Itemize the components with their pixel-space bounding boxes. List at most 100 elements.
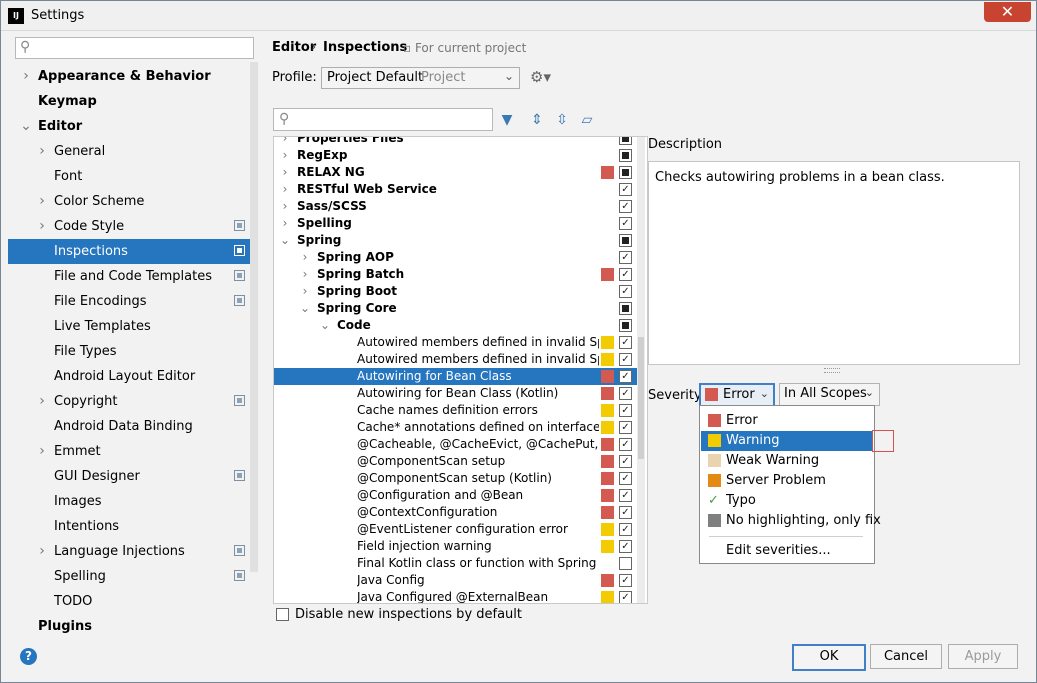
filter-icon[interactable]: ▼ bbox=[499, 112, 515, 128]
expand-all-icon[interactable]: ⇕ bbox=[529, 112, 545, 128]
inspections-search-input[interactable]: ⚲ bbox=[273, 108, 493, 131]
inspection-row[interactable]: @ContextConfiguration ✓ bbox=[274, 504, 637, 521]
severity-option[interactable]: Weak Warning bbox=[701, 451, 873, 471]
sidebar-item[interactable]: TODO bbox=[8, 589, 253, 614]
profile-select[interactable]: Project Default Project ⌄ bbox=[321, 67, 520, 89]
inspections-scrollbar[interactable] bbox=[637, 137, 645, 603]
sidebar-item[interactable]: File and Code Templates bbox=[8, 264, 253, 289]
inspection-checkbox[interactable]: ✓ bbox=[619, 506, 632, 519]
inspection-row[interactable]: ⌄ Spring bbox=[274, 232, 637, 249]
sidebar-item[interactable]: Inspections bbox=[8, 239, 253, 264]
sidebar-item[interactable]: GUI Designer bbox=[8, 464, 253, 489]
inspection-row[interactable]: Final Kotlin class or function with Spri… bbox=[274, 555, 637, 572]
chevron-right-icon[interactable]: › bbox=[36, 214, 48, 239]
chevron-down-icon[interactable]: ⌄ bbox=[279, 232, 291, 249]
chevron-right-icon[interactable]: › bbox=[279, 198, 291, 215]
sidebar-item[interactable]: Android Layout Editor bbox=[8, 364, 253, 389]
inspection-row[interactable]: › RELAX NG bbox=[274, 164, 637, 181]
chevron-right-icon[interactable]: › bbox=[279, 215, 291, 232]
collapse-all-icon[interactable]: ⇳ bbox=[554, 112, 570, 128]
sidebar-item[interactable]: Font bbox=[8, 164, 253, 189]
inspection-row[interactable]: @EventListener configuration error ✓ bbox=[274, 521, 637, 538]
inspection-checkbox[interactable]: ✓ bbox=[619, 370, 632, 383]
inspection-checkbox[interactable] bbox=[619, 149, 632, 162]
resize-grip[interactable] bbox=[824, 368, 840, 373]
severity-option[interactable]: No highlighting, only fix bbox=[701, 511, 881, 531]
chevron-right-icon[interactable]: › bbox=[36, 539, 48, 564]
scope-select[interactable]: In All Scopes ⌄ bbox=[779, 383, 880, 406]
inspection-checkbox[interactable]: ✓ bbox=[619, 336, 632, 349]
inspection-checkbox[interactable]: ✓ bbox=[619, 455, 632, 468]
inspection-checkbox[interactable]: ✓ bbox=[619, 217, 632, 230]
inspection-row[interactable]: Java Configured @ExternalBean ✓ bbox=[274, 589, 637, 603]
sidebar-item[interactable]: › Copyright bbox=[8, 389, 253, 414]
chevron-right-icon[interactable]: › bbox=[36, 139, 48, 164]
inspection-checkbox[interactable]: ✓ bbox=[619, 268, 632, 281]
inspection-checkbox[interactable] bbox=[619, 137, 632, 145]
severity-option[interactable]: Error bbox=[701, 411, 873, 431]
sidebar-item[interactable]: Plugins bbox=[8, 614, 253, 639]
chevron-right-icon[interactable]: › bbox=[279, 137, 291, 147]
inspection-row[interactable]: Java Config ✓ bbox=[274, 572, 637, 589]
chevron-right-icon[interactable]: › bbox=[279, 181, 291, 198]
inspection-row[interactable]: Autowired members defined in invalid Sp ✓ bbox=[274, 334, 637, 351]
inspection-checkbox[interactable]: ✓ bbox=[619, 251, 632, 264]
sidebar-item[interactable]: › Appearance & Behavior bbox=[8, 64, 253, 89]
close-button[interactable]: ✕ bbox=[984, 2, 1031, 22]
inspection-row[interactable]: ⌄ Code bbox=[274, 317, 637, 334]
ok-button[interactable]: OK bbox=[792, 644, 866, 671]
inspection-checkbox[interactable]: ✓ bbox=[619, 387, 632, 400]
inspection-checkbox[interactable]: ✓ bbox=[619, 523, 632, 536]
inspection-row[interactable]: › Spring Batch ✓ bbox=[274, 266, 637, 283]
chevron-down-icon[interactable]: ⌄ bbox=[319, 317, 331, 334]
inspection-checkbox[interactable]: ✓ bbox=[619, 353, 632, 366]
inspection-row[interactable]: Autowired members defined in invalid Sp ✓ bbox=[274, 351, 637, 368]
inspection-row[interactable]: › Properties Files bbox=[274, 137, 637, 147]
inspection-row[interactable]: › Spring Boot ✓ bbox=[274, 283, 637, 300]
inspection-row[interactable]: › RESTful Web Service ✓ bbox=[274, 181, 637, 198]
chevron-down-icon[interactable]: ⌄ bbox=[299, 300, 311, 317]
inspection-checkbox[interactable]: ✓ bbox=[619, 472, 632, 485]
inspection-row[interactable]: › Sass/SCSS ✓ bbox=[274, 198, 637, 215]
severity-option[interactable]: ✓ Typo bbox=[701, 491, 873, 511]
inspection-row[interactable]: Cache* annotations defined on interfaces… bbox=[274, 419, 637, 436]
chevron-right-icon[interactable]: › bbox=[279, 164, 291, 181]
inspection-row[interactable]: Autowiring for Bean Class ✓ bbox=[274, 368, 637, 385]
chevron-down-icon[interactable]: ⌄ bbox=[20, 114, 32, 139]
chevron-right-icon[interactable]: › bbox=[299, 283, 311, 300]
sidebar-item[interactable]: Live Templates bbox=[8, 314, 253, 339]
inspection-checkbox[interactable]: ✓ bbox=[619, 438, 632, 451]
inspection-checkbox[interactable]: ✓ bbox=[619, 285, 632, 298]
inspection-row[interactable]: @ComponentScan setup (Kotlin) ✓ bbox=[274, 470, 637, 487]
inspection-checkbox[interactable] bbox=[619, 302, 632, 315]
inspection-row[interactable]: @ComponentScan setup ✓ bbox=[274, 453, 637, 470]
inspection-row[interactable]: › Spelling ✓ bbox=[274, 215, 637, 232]
inspection-row[interactable]: ⌄ Spring Core bbox=[274, 300, 637, 317]
inspection-row[interactable]: Cache names definition errors ✓ bbox=[274, 402, 637, 419]
reset-eraser-icon[interactable]: ▱ bbox=[579, 112, 595, 128]
inspection-checkbox[interactable]: ✓ bbox=[619, 489, 632, 502]
inspection-checkbox[interactable] bbox=[619, 234, 632, 247]
severity-option[interactable]: Warning bbox=[701, 431, 873, 451]
inspection-checkbox[interactable]: ✓ bbox=[619, 421, 632, 434]
inspection-checkbox[interactable] bbox=[619, 166, 632, 179]
chevron-right-icon[interactable]: › bbox=[36, 439, 48, 464]
inspection-checkbox[interactable]: ✓ bbox=[619, 200, 632, 213]
inspection-checkbox[interactable] bbox=[619, 319, 632, 332]
apply-button[interactable]: Apply bbox=[948, 644, 1018, 669]
severity-option[interactable]: Server Problem bbox=[701, 471, 873, 491]
inspection-row[interactable]: Autowiring for Bean Class (Kotlin) ✓ bbox=[274, 385, 637, 402]
sidebar-item[interactable]: › Language Injections bbox=[8, 539, 253, 564]
sidebar-search-input[interactable]: ⚲ bbox=[15, 37, 254, 59]
sidebar-item[interactable]: Intentions bbox=[8, 514, 253, 539]
inspection-row[interactable]: @Cacheable, @CacheEvict, @CachePut, @ ✓ bbox=[274, 436, 637, 453]
inspection-checkbox[interactable]: ✓ bbox=[619, 574, 632, 587]
sidebar-item[interactable]: Spelling bbox=[8, 564, 253, 589]
inspection-checkbox[interactable]: ✓ bbox=[619, 404, 632, 417]
inspection-checkbox[interactable] bbox=[619, 557, 632, 570]
edit-severities-item[interactable]: Edit severities... bbox=[701, 541, 873, 561]
sidebar-item[interactable]: › General bbox=[8, 139, 253, 164]
sidebar-item[interactable]: Keymap bbox=[8, 89, 253, 114]
sidebar-scrollbar[interactable] bbox=[250, 62, 258, 572]
sidebar-item[interactable]: › Emmet bbox=[8, 439, 253, 464]
